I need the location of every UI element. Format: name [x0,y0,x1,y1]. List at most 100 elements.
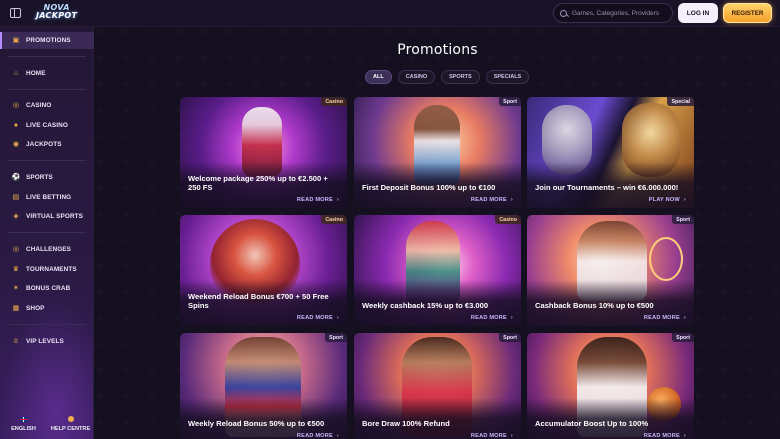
chevron-right-icon: › [510,197,513,203]
sidebar-item-label: VIP LEVELS [26,338,64,345]
sidebar-item-label: SHOP [26,305,45,312]
sidebar-item-label: VIRTUAL SPORTS [26,213,84,220]
logo-line2: JACKPOT [36,11,78,20]
sidebar-item-label: LIVE BETTING [26,194,72,201]
bag-icon: ▦ [12,304,20,312]
sidebar-item-virtual-sports[interactable]: ◈ VIRTUAL SPORTS [0,208,94,225]
promo-card[interactable]: Special Join our Tournaments – win €6.00… [527,97,694,208]
promo-title: Welcome package 250% up to €2.500 + 250 … [188,174,328,192]
chevron-right-icon: › [336,197,339,203]
home-icon: ⌂ [13,69,19,77]
search-input[interactable] [572,9,672,17]
promo-card[interactable]: Sport Bore Draw 100% Refund READ MORE › [354,333,521,439]
read-more-link[interactable]: READ MORE › [644,315,686,321]
promo-card[interactable]: Sport Cashback Bonus 10% up to €500 READ… [527,215,694,326]
filter-specials[interactable]: SPECIALS [485,70,530,84]
chevron-right-icon: › [336,433,339,439]
sidebar-item-bonus-crab[interactable]: ✶ BONUS CRAB [0,280,94,297]
live-screen-icon: ▤ [12,193,20,201]
chevron-right-icon: › [510,315,513,321]
promo-card[interactable]: Sport First Deposit Bonus 100% up to €10… [354,97,521,208]
promo-title: Weekly cashback 15% up to €3.000 [362,301,489,310]
sidebar-item-label: LIVE CASINO [26,122,68,129]
category-badge: Casino [321,215,347,224]
sidebar-item-vip-levels[interactable]: ♕ VIP LEVELS [0,333,94,350]
promo-title: Weekly Reload Bonus 50% up to €500 [188,419,325,428]
category-badge: Sport [499,333,521,342]
promo-title: Bore Draw 100% Refund [362,419,450,428]
page-title: Promotions [397,42,478,58]
promo-title: Accumulator Boost Up to 100% [535,419,649,428]
promo-card[interactable]: Casino Weekly cashback 15% up to €3.000 … [354,215,521,326]
crown-icon: ♕ [12,337,20,345]
sidebar-divider [8,324,86,325]
sidebar-item-label: CASINO [26,102,52,109]
promo-card[interactable]: Sport Accumulator Boost Up to 100% READ … [527,333,694,439]
sidebar-item-sports[interactable]: ⚽ SPORTS [0,169,94,186]
promo-card[interactable]: Sport Weekly Reload Bonus 50% up to €500… [180,333,347,439]
sidebar-item-live-betting[interactable]: ▤ LIVE BETTING [0,189,94,206]
coin-icon: ◉ [12,140,20,148]
category-badge: Casino [495,215,521,224]
crab-icon: ✶ [13,284,19,292]
sidebar-item-label: TOURNAMENTS [26,266,77,273]
read-more-link[interactable]: READ MORE › [471,197,513,203]
sidebar-divider [8,89,86,90]
logo[interactable]: NOVA JACKPOT [36,4,77,22]
sidebar-item-promotions[interactable]: ▣ PROMOTIONS [0,32,94,49]
sidebar-divider [8,56,86,57]
language-label: ENGLISH [11,425,36,432]
promo-card[interactable]: Casino Weekend Reload Bonus €700 + 50 Fr… [180,215,347,326]
filter-casino[interactable]: CASINO [397,70,436,84]
language-selector[interactable]: ENGLISH [0,409,47,439]
promo-title: Weekend Reload Bonus €700 + 50 Free Spin… [188,292,329,310]
read-more-link[interactable]: READ MORE › [644,433,686,439]
sidebar-toggle-icon[interactable] [10,8,21,18]
help-centre-label: HELP CENTRE [50,426,91,432]
sidebar-item-label: BONUS CRAB [26,285,71,292]
chevron-right-icon: › [683,197,686,203]
promo-title: Cashback Bonus 10% up to €500 [535,301,654,310]
sidebar-item-jackpots[interactable]: ◉ JACKPOTS [0,136,94,153]
read-more-link[interactable]: READ MORE › [471,433,513,439]
chevron-right-icon: › [336,315,339,321]
filter-all[interactable]: ALL [365,70,392,84]
sidebar-item-challenges[interactable]: ◎ CHALLENGES [0,241,94,258]
sidebar-item-label: HOME [26,70,46,77]
main-content: Promotions ALL CASINO SPORTS SPECIALS Ca… [95,27,780,439]
sidebar-item-tournaments[interactable]: ♛ TOURNAMENTS [0,261,94,278]
sidebar-item-label: SPORTS [26,174,53,181]
login-button[interactable]: LOG IN [678,3,718,23]
trophy-icon: ♛ [12,265,20,273]
help-centre-link[interactable]: HELP CENTRE [47,409,94,439]
read-more-link[interactable]: READ MORE › [297,315,339,321]
category-badge: Sport [672,333,694,342]
sidebar-item-live-casino[interactable]: ♠ LIVE CASINO [0,117,94,134]
chevron-right-icon: › [510,433,513,439]
sidebar-divider [8,232,86,233]
casino-chip-icon: ◎ [12,101,20,109]
sidebar: ▣ PROMOTIONS ⌂ HOME ◎ CASINO ♠ LIVE CASI… [0,27,94,439]
ball-icon: ⚽ [11,173,21,181]
read-more-link[interactable]: READ MORE › [297,433,339,439]
register-button[interactable]: REGISTER [723,3,772,23]
search-box[interactable] [553,3,673,23]
help-icon [67,416,74,422]
gift-icon: ▣ [12,36,20,44]
sidebar-item-shop[interactable]: ▦ SHOP [0,300,94,317]
read-more-link[interactable]: READ MORE › [471,315,513,321]
play-now-link[interactable]: PLAY NOW › [649,197,686,203]
category-badge: Sport [672,215,694,224]
uk-flag-icon [20,416,27,422]
sidebar-item-casino[interactable]: ◎ CASINO [0,97,94,114]
top-bar: NOVA JACKPOT LOG IN REGISTER [0,0,780,27]
promotion-filters: ALL CASINO SPORTS SPECIALS [365,70,530,84]
target-icon: ◎ [12,245,20,253]
category-badge: Sport [499,97,521,106]
promo-card[interactable]: Casino Welcome package 250% up to €2.500… [180,97,347,208]
filter-sports[interactable]: SPORTS [441,70,480,84]
chevron-right-icon: › [683,315,686,321]
sidebar-item-home[interactable]: ⌂ HOME [0,65,94,82]
read-more-link[interactable]: READ MORE › [297,197,339,203]
category-badge: Sport [325,333,347,342]
